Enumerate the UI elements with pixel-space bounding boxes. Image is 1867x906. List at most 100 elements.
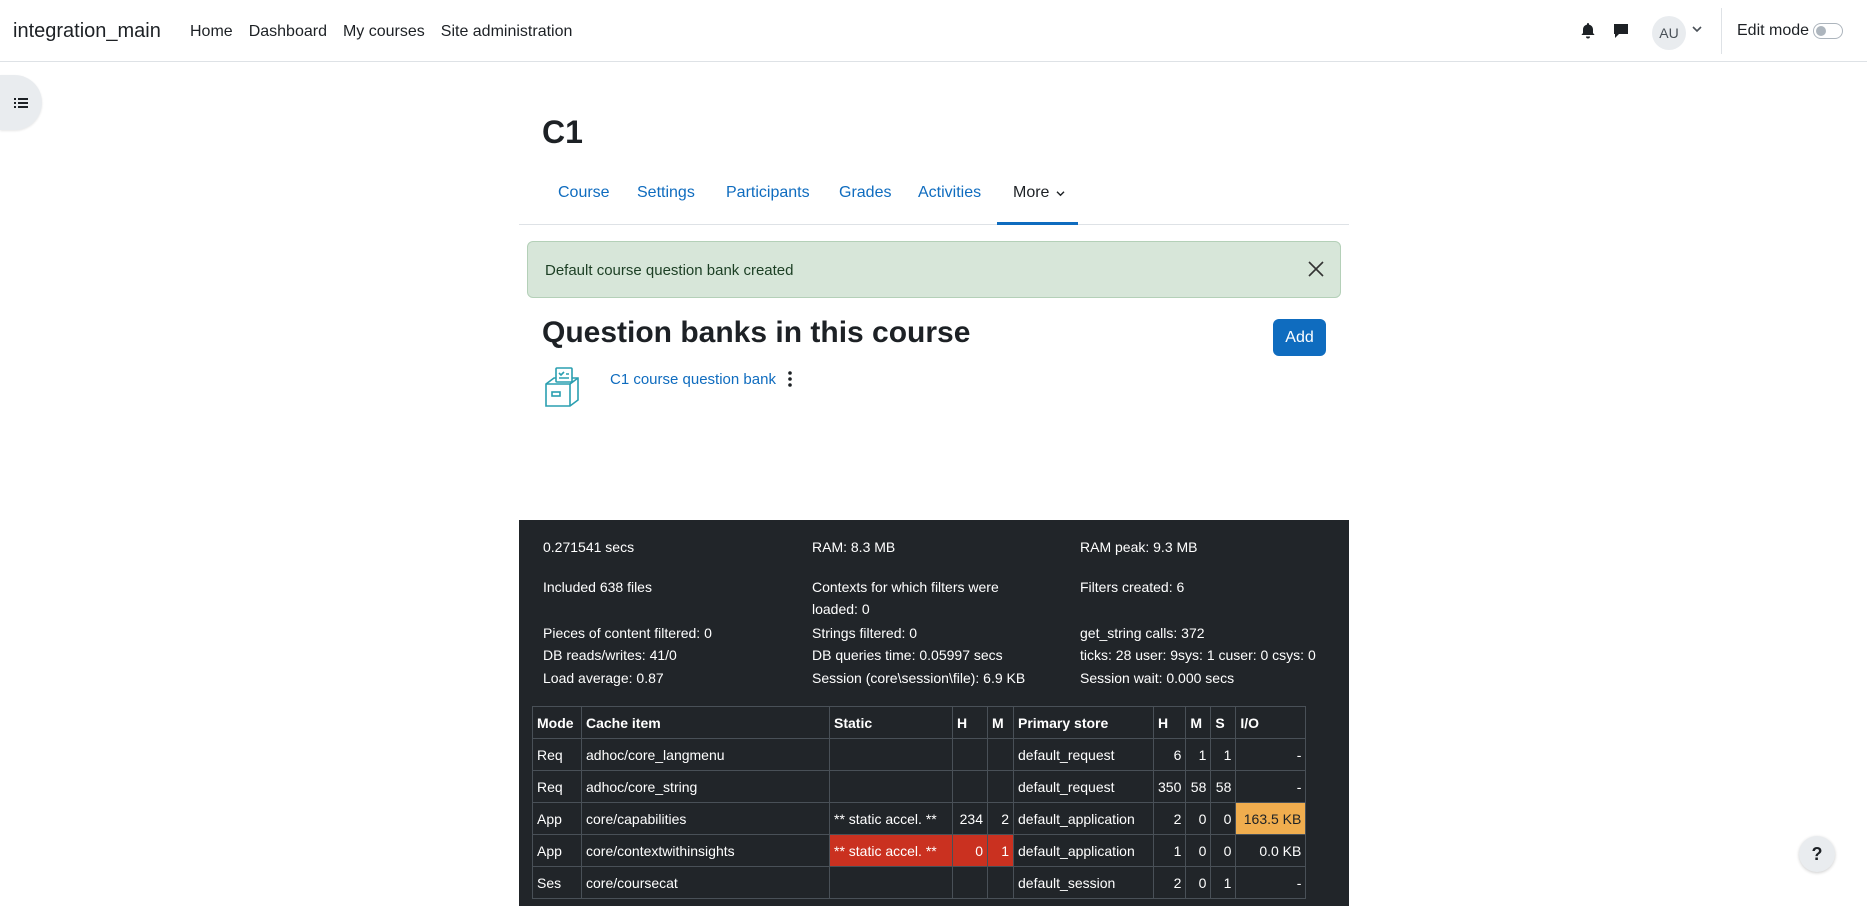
close-icon[interactable]	[1306, 259, 1326, 279]
perf-stat: get_string calls: 372	[1080, 625, 1205, 641]
table-cell: default_session	[1013, 866, 1154, 899]
table-cell	[952, 738, 988, 771]
perf-stat: Filters created: 6	[1080, 579, 1185, 595]
notifications-bell-icon[interactable]	[1577, 20, 1599, 42]
table-cell: 2	[1152, 802, 1187, 835]
help-button[interactable]: ?	[1799, 836, 1835, 872]
primary-navigation: Home Dashboard My courses Site administr…	[190, 23, 572, 41]
tab-participants[interactable]: Participants	[726, 184, 810, 202]
site-brand[interactable]: integration_main	[13, 20, 161, 43]
table-cell: adhoc/core_string	[581, 770, 830, 803]
perf-stat: Contexts for which filters were loaded: …	[812, 579, 999, 617]
cache-stats-table: Mode Cache item Static H M Primary store…	[532, 706, 1307, 899]
add-question-bank-button[interactable]: Add	[1273, 319, 1326, 356]
question-bank-link[interactable]: C1 course question bank	[610, 371, 776, 388]
table-cell: 0	[1185, 802, 1212, 835]
tab-more[interactable]: More	[1013, 184, 1065, 202]
table-cell: Req	[532, 738, 582, 771]
table-cell: default_request	[1013, 738, 1154, 771]
table-cell: 0	[1210, 834, 1237, 867]
column-header: H	[1152, 706, 1187, 739]
table-cell: 1	[987, 834, 1014, 867]
table-cell: adhoc/core_langmenu	[581, 738, 830, 771]
edit-mode-label: Edit mode	[1737, 22, 1810, 39]
perf-stat: RAM peak: 9.3 MB	[1080, 539, 1198, 555]
navbar-divider	[1721, 8, 1722, 54]
messages-chat-icon[interactable]	[1610, 20, 1632, 42]
table-cell: 6	[1152, 738, 1187, 771]
table-cell: core/coursecat	[581, 866, 830, 899]
table-cell: 1	[1210, 738, 1237, 771]
table-cell: ** static accel. **	[829, 834, 953, 867]
table-cell: 0	[1210, 802, 1237, 835]
table-cell: 2	[987, 802, 1014, 835]
active-tab-indicator	[997, 222, 1078, 225]
table-cell: 0	[1185, 834, 1212, 867]
table-cell: 350	[1152, 770, 1187, 803]
column-header: S	[1210, 706, 1237, 739]
column-header: Mode	[532, 706, 582, 739]
perf-stat: Included 638 files	[543, 579, 652, 595]
table-row: Ses core/coursecat default_session 2 0 1…	[532, 866, 1307, 899]
table-cell	[987, 770, 1014, 803]
table-cell: -	[1235, 738, 1307, 771]
top-navbar: integration_main Home Dashboard My cours…	[0, 0, 1867, 62]
table-cell: 58	[1210, 770, 1237, 803]
table-cell: Ses	[532, 866, 582, 899]
kebab-menu-icon[interactable]	[785, 370, 795, 388]
table-cell	[952, 866, 988, 899]
chevron-down-icon[interactable]	[1692, 24, 1702, 36]
table-cell: -	[1235, 866, 1307, 899]
perf-stat: DB queries time: 0.05997 secs	[812, 647, 1003, 663]
list-icon	[14, 97, 28, 108]
table-cell: ** static accel. **	[829, 802, 953, 835]
table-cell: 0	[952, 834, 988, 867]
success-alert: Default course question bank created	[527, 241, 1341, 298]
edit-mode-toggle[interactable]	[1813, 23, 1843, 39]
nav-site-administration[interactable]: Site administration	[441, 23, 573, 41]
table-cell: 234	[952, 802, 988, 835]
column-header: M	[1185, 706, 1212, 739]
table-cell: 163.5 KB	[1235, 802, 1307, 835]
perf-stat: Pieces of content filtered: 0	[543, 625, 712, 641]
table-row: App core/contextwithinsights ** static a…	[532, 834, 1307, 867]
user-avatar[interactable]: AU	[1652, 16, 1686, 50]
alert-message: Default course question bank created	[545, 262, 794, 279]
nav-my-courses[interactable]: My courses	[343, 23, 425, 41]
perf-stat: ticks: 28 user: 9sys: 1 cuser: 0 csys: 0	[1080, 647, 1316, 663]
table-cell: 0	[1185, 866, 1212, 899]
page-heading: Question banks in this course	[542, 316, 971, 349]
table-cell: Req	[532, 770, 582, 803]
table-cell: 58	[1185, 770, 1212, 803]
column-header: Primary store	[1013, 706, 1154, 739]
table-cell: 1	[1210, 866, 1237, 899]
column-header: Static	[829, 706, 953, 739]
table-cell: 2	[1152, 866, 1187, 899]
column-header: Cache item	[581, 706, 830, 739]
table-cell: -	[1235, 770, 1307, 803]
course-secondary-nav: Course Settings Participants Grades Acti…	[519, 174, 1349, 225]
nav-dashboard[interactable]: Dashboard	[249, 23, 327, 41]
course-index-drawer-toggle[interactable]	[0, 75, 42, 130]
table-row: Req adhoc/core_string default_request 35…	[532, 770, 1307, 803]
column-header: I/O	[1235, 706, 1307, 739]
column-header: H	[952, 706, 988, 739]
perf-stat: Strings filtered: 0	[812, 625, 918, 641]
perf-stat: Session (core\session\file): 6.9 KB	[812, 670, 1026, 686]
table-cell: core/contextwithinsights	[581, 834, 830, 867]
table-cell: App	[532, 834, 582, 867]
perf-stat: RAM: 8.3 MB	[812, 539, 896, 555]
perf-stat: Session wait: 0.000 secs	[1080, 670, 1235, 686]
tab-course[interactable]: Course	[558, 184, 610, 202]
table-row: App core/capabilities ** static accel. *…	[532, 802, 1307, 835]
tab-settings[interactable]: Settings	[637, 184, 695, 202]
question-bank-icon	[542, 364, 582, 413]
table-cell	[987, 866, 1014, 899]
perf-stat: Load average: 0.87	[543, 670, 664, 686]
tab-grades[interactable]: Grades	[839, 184, 891, 202]
table-cell: core/capabilities	[581, 802, 830, 835]
chevron-down-icon	[1056, 191, 1065, 197]
nav-home[interactable]: Home	[190, 23, 233, 41]
tab-activities[interactable]: Activities	[918, 184, 981, 202]
perf-stat: 0.271541 secs	[543, 539, 635, 555]
